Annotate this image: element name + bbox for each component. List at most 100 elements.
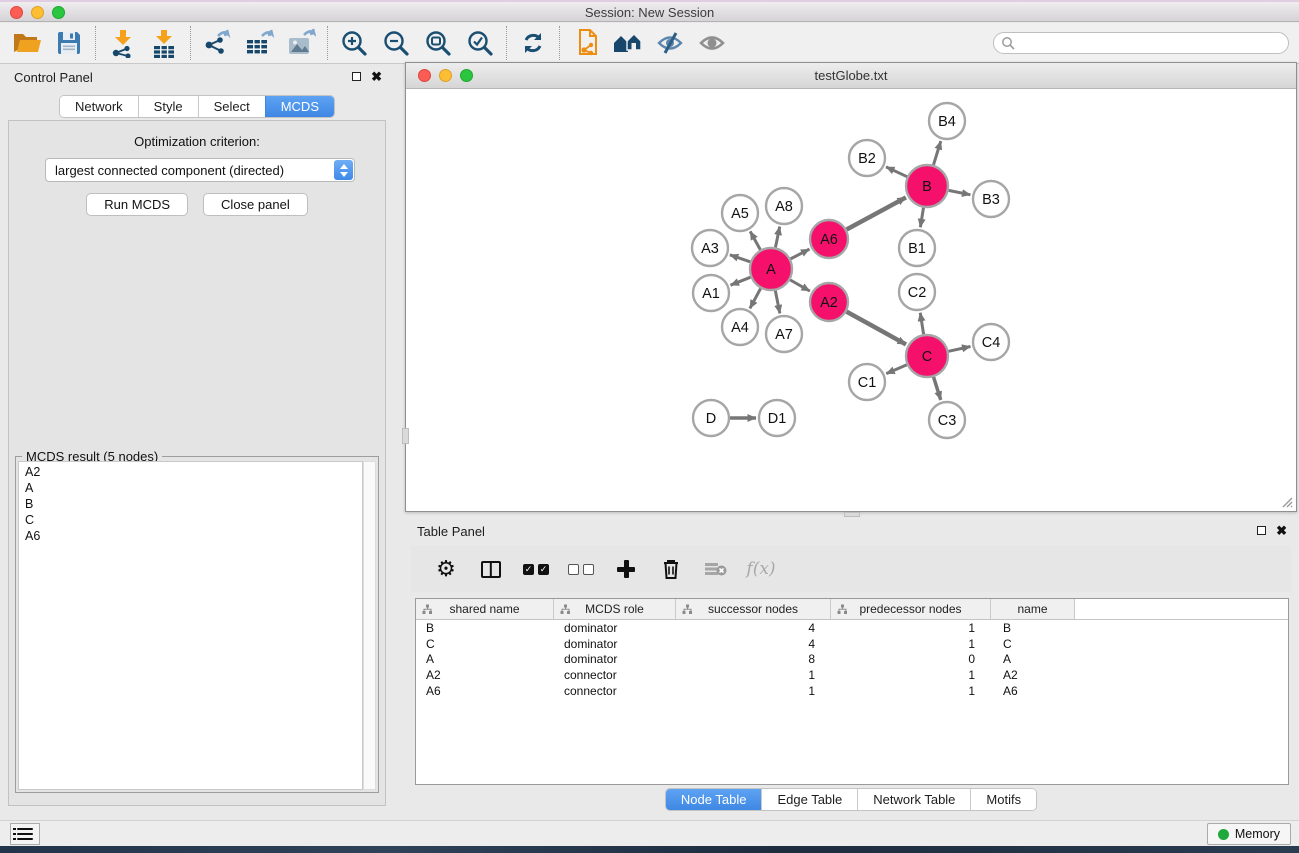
edge-A-A1[interactable] — [730, 277, 750, 285]
table-cell[interactable]: 1 — [831, 668, 991, 682]
edge-A-A3[interactable] — [730, 255, 750, 262]
edge-A-A5[interactable] — [750, 231, 760, 249]
import-network-icon[interactable] — [101, 24, 143, 62]
search-field[interactable] — [993, 32, 1289, 54]
zoom-fit-icon[interactable] — [417, 24, 459, 62]
run-mcds-button[interactable]: Run MCDS — [86, 193, 188, 216]
save-session-icon[interactable] — [48, 24, 90, 62]
tab-node-table[interactable]: Node Table — [666, 789, 762, 810]
edge-A6-B[interactable] — [847, 197, 906, 229]
result-list-item[interactable]: B — [19, 496, 362, 512]
export-image-icon[interactable] — [280, 24, 322, 62]
result-list-item[interactable]: A2 — [19, 464, 362, 480]
memory-button[interactable]: Memory — [1207, 823, 1291, 845]
table-cell[interactable]: connector — [554, 668, 676, 682]
delete-column-icon[interactable] — [656, 554, 686, 584]
table-cell[interactable]: A2 — [416, 668, 554, 682]
tab-network-table[interactable]: Network Table — [857, 789, 970, 810]
search-input[interactable] — [1015, 34, 1288, 52]
table-cell[interactable]: dominator — [554, 637, 676, 651]
first-neighbors-icon[interactable] — [607, 24, 649, 62]
table-cell[interactable]: 1 — [831, 621, 991, 635]
select-all-rows-icon[interactable]: ✓✓ — [521, 554, 551, 584]
table-cell[interactable]: 8 — [676, 652, 831, 666]
float-table-panel-icon[interactable] — [1257, 526, 1266, 535]
table-row[interactable]: A2connector11A2 — [416, 667, 1288, 683]
table-cell[interactable]: 1 — [831, 684, 991, 698]
edge-C-C1[interactable] — [886, 365, 907, 374]
hide-selected-icon[interactable] — [649, 24, 691, 62]
new-network-from-selection-icon[interactable] — [565, 24, 607, 62]
task-history-button[interactable] — [10, 823, 40, 845]
edge-B-B2[interactable] — [886, 167, 907, 177]
tab-motifs[interactable]: Motifs — [970, 789, 1036, 810]
close-panel-button[interactable]: Close panel — [203, 193, 308, 216]
open-session-icon[interactable] — [6, 24, 48, 62]
table-cell[interactable]: B — [991, 621, 1075, 635]
refresh-icon[interactable] — [512, 24, 554, 62]
column-header-MCDS-role[interactable]: MCDS role — [554, 599, 676, 619]
table-cell[interactable]: C — [991, 637, 1075, 651]
table-cell[interactable]: 1 — [831, 637, 991, 651]
edge-A-A6[interactable] — [791, 249, 810, 259]
tab-network[interactable]: Network — [60, 96, 138, 117]
close-table-panel-icon[interactable]: ✖ — [1276, 526, 1287, 535]
zoom-in-icon[interactable] — [333, 24, 375, 62]
table-cell[interactable]: connector — [554, 684, 676, 698]
edge-B-B1[interactable] — [920, 208, 923, 228]
tab-edge-table[interactable]: Edge Table — [761, 789, 857, 810]
splitter-grip-horizontal[interactable] — [844, 512, 860, 517]
table-cell[interactable]: 0 — [831, 652, 991, 666]
show-columns-icon[interactable] — [476, 554, 506, 584]
result-list-item[interactable]: C — [19, 512, 362, 528]
criterion-dropdown[interactable]: largest connected component (directed) — [45, 158, 355, 182]
column-header-successor-nodes[interactable]: successor nodes — [676, 599, 831, 619]
edge-A-A8[interactable] — [775, 227, 779, 248]
tab-select[interactable]: Select — [198, 96, 265, 117]
delete-table-icon[interactable] — [701, 554, 731, 584]
table-cell[interactable]: B — [416, 621, 554, 635]
table-cell[interactable]: 4 — [676, 637, 831, 651]
edge-C-C4[interactable] — [948, 346, 970, 351]
node-table[interactable]: shared nameMCDS rolesuccessor nodesprede… — [415, 598, 1289, 785]
table-cell[interactable]: dominator — [554, 652, 676, 666]
table-settings-icon[interactable]: ⚙ — [431, 554, 461, 584]
column-header-shared-name[interactable]: shared name — [416, 599, 554, 619]
export-table-icon[interactable] — [238, 24, 280, 62]
table-cell[interactable]: 1 — [676, 684, 831, 698]
zoom-out-icon[interactable] — [375, 24, 417, 62]
table-cell[interactable]: A2 — [991, 668, 1075, 682]
table-cell[interactable]: dominator — [554, 621, 676, 635]
table-row[interactable]: Adominator80A — [416, 652, 1288, 668]
edge-A-A7[interactable] — [775, 291, 780, 314]
network-canvas[interactable]: B4B2BB3A5A8A6B1A3AA1C2A2A4A7CC4C1C3DD1 — [407, 89, 1295, 510]
result-list-item[interactable]: A6 — [19, 528, 362, 544]
table-cell[interactable]: A6 — [991, 684, 1075, 698]
table-row[interactable]: Cdominator41C — [416, 636, 1288, 652]
edge-A-A4[interactable] — [750, 288, 761, 308]
zoom-selected-icon[interactable] — [459, 24, 501, 62]
resize-grip-icon[interactable] — [1280, 495, 1293, 508]
edge-C-C3[interactable] — [934, 377, 941, 400]
show-all-icon[interactable] — [691, 24, 733, 62]
float-panel-icon[interactable] — [352, 72, 361, 81]
export-network-icon[interactable] — [196, 24, 238, 62]
edge-C-C2[interactable] — [920, 313, 923, 335]
table-row[interactable]: A6connector11A6 — [416, 683, 1288, 699]
table-cell[interactable]: A — [991, 652, 1075, 666]
import-table-icon[interactable] — [143, 24, 185, 62]
table-cell[interactable]: 4 — [676, 621, 831, 635]
edge-B-B3[interactable] — [949, 190, 971, 194]
close-panel-icon[interactable]: ✖ — [371, 72, 382, 81]
column-header-name[interactable]: name — [991, 599, 1075, 619]
edge-B-B4[interactable] — [933, 141, 940, 165]
table-cell[interactable]: C — [416, 637, 554, 651]
table-row[interactable]: Bdominator41B — [416, 620, 1288, 636]
result-list-item[interactable]: A — [19, 480, 362, 496]
table-cell[interactable]: A — [416, 652, 554, 666]
tab-style[interactable]: Style — [138, 96, 198, 117]
result-scrollbar[interactable] — [363, 461, 376, 790]
edge-A2-C[interactable] — [847, 312, 906, 345]
column-header-predecessor-nodes[interactable]: predecessor nodes — [831, 599, 991, 619]
splitter-grip-vertical[interactable] — [402, 428, 409, 444]
